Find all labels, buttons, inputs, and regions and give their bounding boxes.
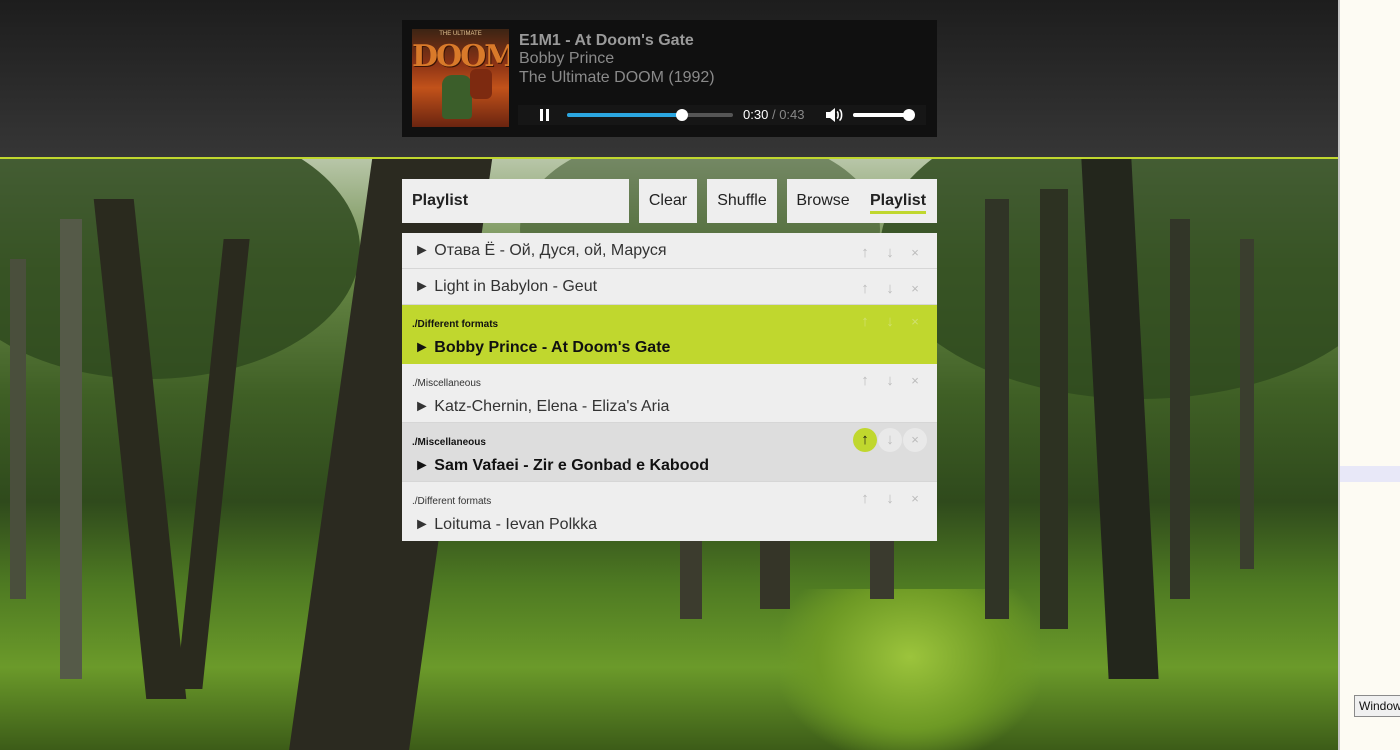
album-cover: THE ULTIMATE DOOM <box>412 29 509 127</box>
move-up-icon[interactable]: ↑ <box>853 277 877 301</box>
cover-subtitle: THE ULTIMATE <box>439 31 482 37</box>
playlist-name-input[interactable]: Playlist <box>402 179 629 223</box>
elapsed-time: 0:30 <box>743 107 769 122</box>
track-artist: Bobby Prince <box>519 50 615 67</box>
move-down-icon[interactable]: ↓ <box>878 241 902 265</box>
playlist-toolbar: Playlist Clear Shuffle Browse Playlist <box>402 179 937 223</box>
track-title: E1M1 - At Doom's Gate <box>519 32 694 49</box>
move-up-icon[interactable]: ↑ <box>853 428 877 452</box>
playlist-item[interactable]: ► Light in Babylon - Geut ↑ ↓ × <box>402 269 937 305</box>
remove-icon[interactable]: × <box>903 369 927 393</box>
playlist-item[interactable]: ./Different formats ► Loituma - Ievan Po… <box>402 482 937 541</box>
remove-icon[interactable]: × <box>903 428 927 452</box>
cover-logo: DOOM <box>412 39 509 74</box>
track-album: The Ultimate DOOM (1992) <box>519 69 715 86</box>
remove-icon[interactable]: × <box>903 310 927 334</box>
playlist-item[interactable]: ► Отава Ё - Ой, Дуся, ой, Маруся ↑ ↓ × <box>402 233 937 269</box>
move-up-icon[interactable]: ↑ <box>853 310 877 334</box>
move-down-icon[interactable]: ↓ <box>878 310 902 334</box>
volume-slider[interactable] <box>853 109 915 121</box>
item-folder: ./Different formats <box>412 496 492 507</box>
move-up-icon[interactable]: ↑ <box>853 487 877 511</box>
pause-icon-bar <box>546 109 549 121</box>
seek-bar[interactable] <box>567 109 733 121</box>
move-down-icon[interactable]: ↓ <box>878 487 902 511</box>
cover-figure <box>442 75 472 119</box>
clear-button[interactable]: Clear <box>639 179 697 223</box>
item-title: ► Sam Vafaei - Zir e Gonbad e Kabood <box>414 457 710 474</box>
item-folder: ./Miscellaneous <box>412 378 481 389</box>
move-up-icon[interactable]: ↑ <box>853 241 877 265</box>
time-display: 0:30 / 0:43 <box>743 107 805 122</box>
move-up-icon[interactable]: ↑ <box>853 369 877 393</box>
volume-level <box>853 113 909 117</box>
item-title: ► Katz-Chernin, Elena - Eliza's Aria <box>414 398 670 415</box>
item-folder: ./Different formats <box>412 319 499 330</box>
remove-icon[interactable]: × <box>903 241 927 265</box>
move-down-icon[interactable]: ↓ <box>878 369 902 393</box>
tab-browse[interactable]: Browse <box>787 179 859 223</box>
pause-button[interactable] <box>537 108 551 122</box>
remove-icon[interactable]: × <box>903 277 927 301</box>
playlist-item[interactable]: ./Miscellaneous ► Katz-Chernin, Elena - … <box>402 364 937 423</box>
tab-playlist[interactable]: Playlist <box>859 179 937 223</box>
item-folder: ./Miscellaneous <box>412 437 486 448</box>
volume-icon[interactable] <box>825 107 843 123</box>
pause-icon <box>540 109 543 121</box>
header: THE ULTIMATE DOOM E1M1 - At Doom's Gate … <box>0 0 1338 159</box>
player-controls: 0:30 / 0:43 <box>518 105 926 125</box>
time-separator: / <box>771 107 776 122</box>
volume-handle[interactable] <box>903 109 915 121</box>
move-down-icon[interactable]: ↓ <box>878 277 902 301</box>
item-title: ► Light in Babylon - Geut <box>414 278 598 295</box>
adjacent-window: Window <box>1338 0 1400 750</box>
duration-time: 0:43 <box>779 107 805 122</box>
taskbar-window-button[interactable]: Window <box>1354 695 1400 717</box>
playlist: ► Отава Ё - Ой, Дуся, ой, Маруся ↑ ↓ × ► L… <box>402 233 937 541</box>
seek-progress <box>567 113 682 117</box>
item-title: ► Bobby Prince - At Doom's Gate <box>414 339 671 356</box>
tab-playlist-label: Playlist <box>869 192 927 214</box>
item-title: ► Отава Ё - Ой, Дуся, ой, Маруся <box>414 242 667 259</box>
audio-player: THE ULTIMATE DOOM E1M1 - At Doom's Gate … <box>402 20 937 137</box>
playlist-item-hovered[interactable]: ./Miscellaneous ► Sam Vafaei - Zir e Gon… <box>402 423 937 482</box>
playlist-item-now-playing[interactable]: ./Different formats ► Bobby Prince - At … <box>402 305 937 364</box>
seek-handle[interactable] <box>675 109 688 121</box>
shuffle-button[interactable]: Shuffle <box>707 179 777 223</box>
cover-figure-2 <box>470 69 492 99</box>
remove-icon[interactable]: × <box>903 487 927 511</box>
move-down-icon[interactable]: ↓ <box>878 428 902 452</box>
item-title: ► Loituma - Ievan Polkka <box>414 516 598 533</box>
selection-highlight <box>1340 466 1400 482</box>
